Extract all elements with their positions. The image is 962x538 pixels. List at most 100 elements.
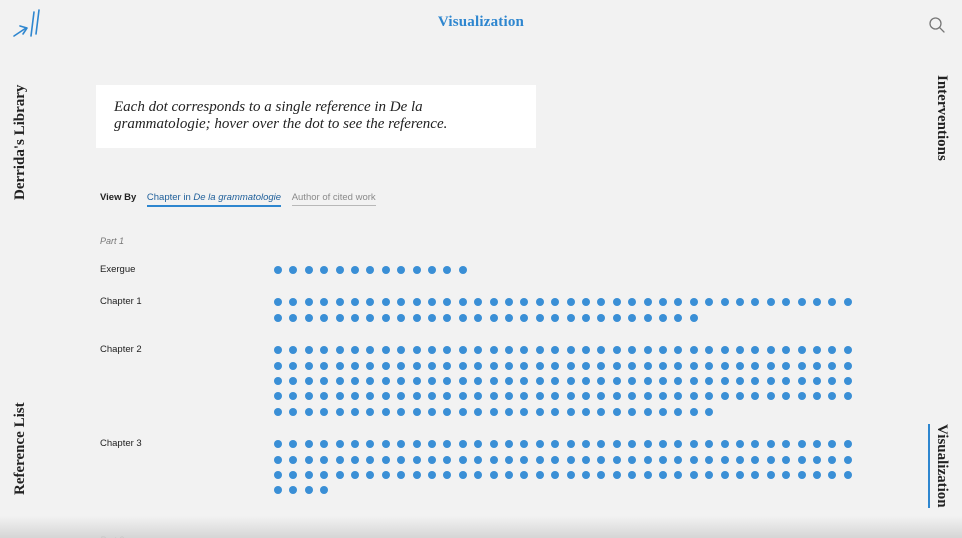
reference-dot[interactable] [289, 346, 298, 355]
reference-dot[interactable] [551, 471, 560, 479]
reference-dot[interactable] [320, 313, 329, 322]
reference-dot[interactable] [443, 313, 452, 322]
reference-dot[interactable] [274, 471, 282, 479]
reference-dot[interactable] [612, 361, 621, 370]
reference-dot[interactable] [505, 361, 513, 370]
reference-dot[interactable] [412, 440, 421, 449]
reference-dot[interactable] [797, 455, 806, 464]
reference-dot[interactable] [736, 377, 744, 385]
reference-dot[interactable] [458, 471, 467, 479]
reference-dot[interactable] [813, 440, 821, 449]
reference-dot[interactable] [274, 455, 282, 464]
reference-dot[interactable] [320, 346, 329, 355]
reference-dot[interactable] [320, 377, 329, 385]
reference-dot[interactable] [335, 361, 344, 370]
reference-dot[interactable] [597, 392, 606, 401]
reference-dot[interactable] [797, 298, 806, 307]
reference-dot[interactable] [428, 298, 436, 307]
reference-dot[interactable] [474, 313, 483, 322]
reference-dot[interactable] [535, 346, 544, 355]
reference-dot[interactable] [674, 298, 683, 307]
reference-dot[interactable] [736, 440, 744, 449]
reference-dot[interactable] [751, 298, 760, 307]
reference-dot[interactable] [705, 346, 714, 355]
reference-dot[interactable] [628, 346, 637, 355]
reference-dot[interactable] [628, 407, 637, 416]
reference-dot[interactable] [705, 471, 714, 479]
reference-dot[interactable] [520, 313, 529, 322]
reference-dot[interactable] [443, 392, 452, 401]
reference-dot[interactable] [381, 313, 390, 322]
reference-dot[interactable] [766, 471, 775, 479]
reference-dot[interactable] [797, 471, 806, 479]
reference-dot[interactable] [659, 407, 667, 416]
reference-dot[interactable] [535, 361, 544, 370]
reference-dot[interactable] [274, 392, 282, 401]
reference-dot[interactable] [628, 313, 637, 322]
reference-dot[interactable] [843, 377, 852, 385]
reference-dot[interactable] [766, 298, 775, 307]
reference-dot[interactable] [551, 346, 560, 355]
reference-dot[interactable] [366, 313, 375, 322]
reference-dot[interactable] [443, 298, 452, 307]
reference-dot[interactable] [366, 298, 375, 307]
reference-dot[interactable] [766, 377, 775, 385]
reference-dot[interactable] [274, 407, 282, 416]
reference-dot[interactable] [751, 346, 760, 355]
reference-dot[interactable] [274, 313, 282, 322]
reference-dot[interactable] [566, 313, 575, 322]
reference-dot[interactable] [351, 266, 359, 274]
reference-dot[interactable] [813, 361, 821, 370]
reference-dot[interactable] [505, 471, 513, 479]
reference-dot[interactable] [397, 455, 406, 464]
reference-dot[interactable] [659, 440, 667, 449]
reference-dot[interactable] [659, 361, 667, 370]
reference-dot[interactable] [551, 377, 560, 385]
reference-dot[interactable] [674, 377, 683, 385]
reference-dot[interactable] [813, 346, 821, 355]
reference-dot[interactable] [828, 298, 837, 307]
reference-dot[interactable] [304, 377, 313, 385]
reference-dot[interactable] [782, 377, 791, 385]
reference-dot[interactable] [659, 392, 667, 401]
reference-dot[interactable] [505, 440, 513, 449]
nav-interventions[interactable]: Interventions [933, 75, 950, 161]
reference-dot[interactable] [597, 455, 606, 464]
reference-dot[interactable] [489, 377, 498, 385]
reference-dot[interactable] [428, 455, 436, 464]
reference-dot[interactable] [412, 266, 421, 274]
reference-dot[interactable] [797, 440, 806, 449]
reference-dot[interactable] [643, 455, 652, 464]
reference-dot[interactable] [274, 377, 282, 385]
reference-dot[interactable] [397, 440, 406, 449]
reference-dot[interactable] [751, 440, 760, 449]
reference-dot[interactable] [597, 361, 606, 370]
reference-dot[interactable] [289, 361, 298, 370]
reference-dot[interactable] [458, 266, 467, 274]
reference-dot[interactable] [397, 298, 406, 307]
reference-dot[interactable] [828, 377, 837, 385]
reference-dot[interactable] [397, 377, 406, 385]
reference-dot[interactable] [751, 471, 760, 479]
reference-dot[interactable] [505, 346, 513, 355]
reference-dot[interactable] [643, 407, 652, 416]
reference-dot[interactable] [458, 313, 467, 322]
reference-dot[interactable] [366, 440, 375, 449]
reference-dot[interactable] [304, 392, 313, 401]
reference-dot[interactable] [397, 346, 406, 355]
reference-dot[interactable] [582, 298, 590, 307]
reference-dot[interactable] [705, 440, 714, 449]
reference-dot[interactable] [813, 377, 821, 385]
reference-dot[interactable] [843, 471, 852, 479]
reference-dot[interactable] [659, 346, 667, 355]
reference-dot[interactable] [520, 298, 529, 307]
reference-dot[interactable] [443, 361, 452, 370]
reference-dot[interactable] [828, 346, 837, 355]
reference-dot[interactable] [751, 361, 760, 370]
reference-dot[interactable] [582, 440, 590, 449]
reference-dot[interactable] [289, 298, 298, 307]
reference-dot[interactable] [551, 455, 560, 464]
reference-dot[interactable] [520, 455, 529, 464]
reference-dot[interactable] [304, 346, 313, 355]
reference-dot[interactable] [489, 392, 498, 401]
